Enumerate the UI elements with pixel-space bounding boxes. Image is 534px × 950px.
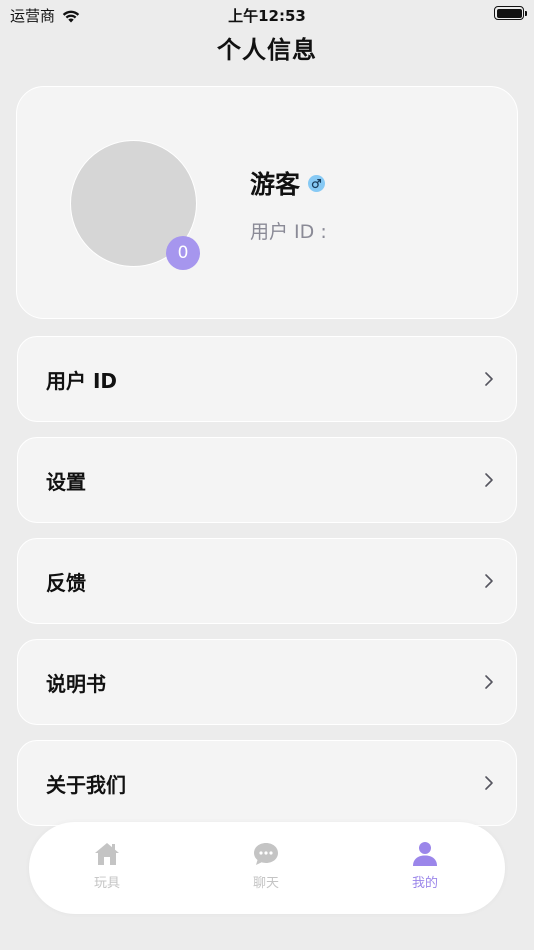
tab-label: 玩具 xyxy=(93,876,120,891)
tab-chat[interactable]: 聊天 xyxy=(216,840,316,891)
battery-fill xyxy=(496,8,522,18)
person-icon xyxy=(413,842,437,866)
page-title: 个人信息 xyxy=(217,36,317,64)
tab-bar: 玩具 聊天 我的 xyxy=(29,822,505,914)
menu-item-label: 说明书 xyxy=(46,671,106,696)
chevron-right-icon xyxy=(485,776,493,790)
chevron-right-icon xyxy=(485,473,493,487)
menu-item-feedback[interactable]: 反馈 xyxy=(17,538,517,624)
menu-item-about-us[interactable]: 关于我们 xyxy=(17,740,517,826)
user-name: 游客 xyxy=(250,170,301,199)
level-badge: 0 xyxy=(166,236,200,270)
menu-item-label: 设置 xyxy=(46,469,86,494)
chevron-right-icon xyxy=(485,574,493,588)
menu-item-user-id[interactable]: 用户 ID xyxy=(17,336,517,422)
status-bar: 运营商 上午12:53 xyxy=(0,0,534,28)
profile-card: 0 游客 用户 ID : xyxy=(16,86,518,319)
menu-item-settings[interactable]: 设置 xyxy=(17,437,517,523)
chat-icon xyxy=(254,843,278,865)
chevron-right-icon xyxy=(485,372,493,386)
menu-item-label: 关于我们 xyxy=(46,772,126,797)
home-icon xyxy=(95,843,119,865)
menu-item-label: 用户 ID xyxy=(46,368,118,393)
chevron-right-icon xyxy=(485,675,493,689)
user-name-row: 游客 xyxy=(250,165,326,201)
menu-item-label: 反馈 xyxy=(46,570,86,595)
menu-item-manual[interactable]: 说明书 xyxy=(17,639,517,725)
status-time: 上午12:53 xyxy=(228,7,306,25)
battery-icon xyxy=(494,6,527,20)
tab-label: 我的 xyxy=(411,876,438,891)
settings-menu: 用户 ID 设置 反馈 说明书 关于我们 xyxy=(17,336,517,841)
male-icon xyxy=(308,174,326,192)
tab-label: 聊天 xyxy=(252,876,279,891)
tab-toys[interactable]: 玩具 xyxy=(57,840,157,891)
tab-mine[interactable]: 我的 xyxy=(375,840,475,891)
user-id-label: 用户 ID : xyxy=(250,221,327,243)
battery-tip xyxy=(525,10,527,16)
